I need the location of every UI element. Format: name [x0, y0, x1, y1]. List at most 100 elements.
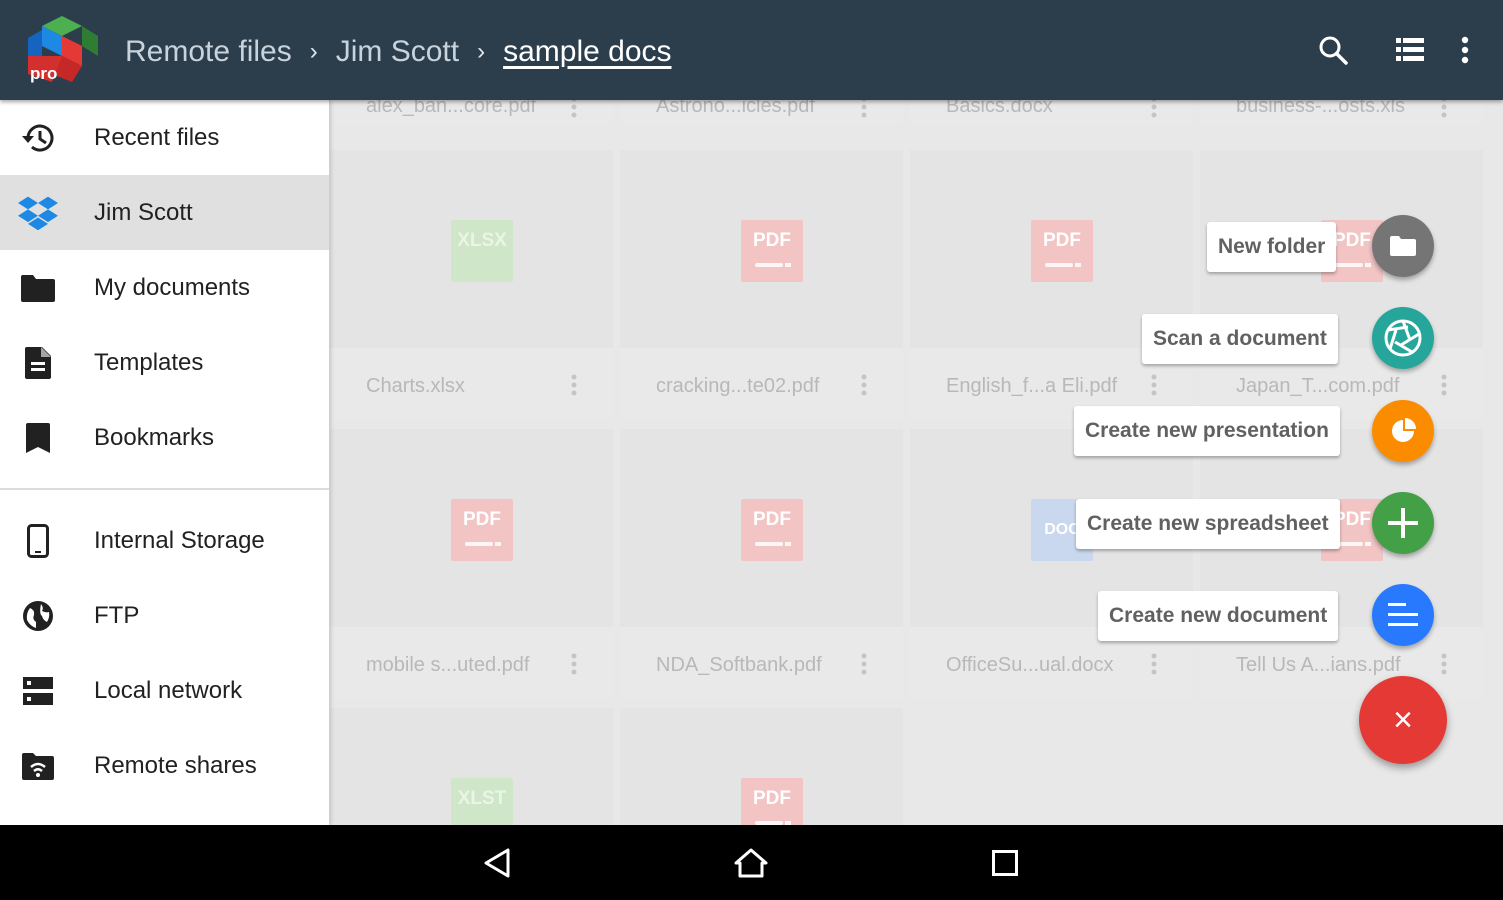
file-card[interactable]: XLST [330, 708, 613, 825]
file-card[interactable]: Basics.docx [910, 100, 1193, 125]
file-menu-icon[interactable] [571, 100, 577, 118]
folder-icon [18, 268, 58, 308]
remote-share-icon [18, 746, 58, 786]
file-menu-icon[interactable] [571, 374, 577, 396]
drawer-item-templates[interactable]: Templates [0, 325, 329, 400]
drawer-item-jim-scott[interactable]: Jim Scott [0, 175, 329, 250]
drawer-item-recent-files[interactable]: Recent files [0, 100, 329, 175]
file-menu-icon[interactable] [1151, 100, 1157, 118]
file-name: cracking...te02.pdf [656, 375, 820, 397]
pdf-file-icon: PDF [741, 499, 803, 561]
navigation-drawer: Recent files Jim Scott My documents Temp… [0, 100, 329, 825]
file-menu-icon[interactable] [861, 100, 867, 118]
drawer-item-label: My documents [94, 273, 251, 301]
more-vert-icon[interactable] [1445, 30, 1485, 70]
new-folder-button[interactable] [1372, 215, 1434, 277]
phone-icon [18, 521, 58, 561]
file-name: NDA_Softbank.pdf [656, 654, 822, 676]
create-spreadsheet-label[interactable]: Create new spreadsheet [1076, 499, 1340, 549]
file-card[interactable]: PDF [620, 708, 903, 825]
file-name: business-...osts.xls [1236, 100, 1405, 117]
file-menu-icon[interactable] [1441, 374, 1447, 396]
list-view-icon[interactable] [1390, 30, 1430, 70]
breadcrumb-remote-files[interactable]: Remote files [125, 35, 292, 69]
drawer-divider [0, 488, 329, 490]
create-presentation-label[interactable]: Create new presentation [1074, 406, 1340, 456]
document-icon [18, 343, 58, 383]
drawer-item-my-documents[interactable]: My documents [0, 250, 329, 325]
close-fab-button[interactable]: × [1359, 676, 1447, 764]
xlsx-file-icon: XLSX [451, 220, 513, 282]
file-menu-icon[interactable] [1151, 374, 1157, 396]
scan-document-label[interactable]: Scan a document [1142, 314, 1338, 364]
dropbox-icon [18, 193, 58, 233]
folder-icon [1390, 236, 1416, 256]
file-name: Charts.xlsx [366, 375, 465, 397]
create-document-button[interactable] [1372, 584, 1434, 646]
file-card[interactable]: PDF NDA_Softbank.pdf [620, 429, 903, 699]
file-menu-icon[interactable] [861, 374, 867, 396]
back-icon[interactable] [478, 843, 518, 883]
file-name: English_f...a Eli.pdf [946, 375, 1118, 397]
file-name: Astrono...icles.pdf [656, 100, 815, 117]
file-name: Basics.docx [946, 100, 1053, 117]
file-card[interactable]: PDF mobile s...uted.pdf [330, 429, 613, 699]
drawer-item-internal-storage[interactable]: Internal Storage [0, 503, 329, 578]
server-icon [18, 671, 58, 711]
new-folder-label[interactable]: New folder [1207, 222, 1337, 272]
file-card[interactable]: PDF Japan_T...com.pdf [1200, 150, 1483, 420]
drawer-item-label: Recent files [94, 123, 220, 151]
drawer-item-label: Bookmarks [94, 423, 215, 451]
create-presentation-button[interactable] [1372, 400, 1434, 462]
file-menu-icon[interactable] [861, 653, 867, 675]
logo-text: pro [30, 64, 58, 83]
bookmark-icon [18, 418, 58, 458]
breadcrumb-sample-docs[interactable]: sample docs [503, 35, 671, 69]
plus-icon [1388, 508, 1418, 538]
history-icon [18, 118, 58, 158]
breadcrumb-jim-scott[interactable]: Jim Scott [336, 35, 459, 69]
pdf-file-icon: PDF [741, 220, 803, 282]
file-menu-icon[interactable] [1441, 653, 1447, 675]
search-icon[interactable] [1313, 30, 1353, 70]
recents-icon[interactable] [985, 843, 1025, 883]
pdf-file-icon: PDF [451, 499, 513, 561]
file-menu-icon[interactable] [571, 653, 577, 675]
globe-icon [18, 596, 58, 636]
file-card[interactable]: PDF Tell Us A...ians.pdf [1200, 429, 1483, 699]
file-card[interactable]: XLSX Charts.xlsx [330, 150, 613, 420]
app-logo[interactable]: pro [26, 16, 98, 84]
drawer-item-label: Remote shares [94, 751, 257, 779]
breadcrumb-separator: › [309, 38, 318, 65]
create-spreadsheet-button[interactable] [1372, 492, 1434, 554]
camera-shutter-icon [1384, 319, 1422, 357]
home-icon[interactable] [731, 843, 771, 883]
file-name: Tell Us A...ians.pdf [1236, 654, 1401, 676]
file-menu-icon[interactable] [1151, 653, 1157, 675]
file-card[interactable]: business-...osts.xls [1200, 100, 1483, 125]
create-document-label[interactable]: Create new document [1098, 591, 1339, 641]
drawer-item-local-network[interactable]: Local network [0, 653, 329, 728]
text-lines-icon [1388, 603, 1418, 626]
file-name: Japan_T...com.pdf [1236, 375, 1400, 397]
file-card[interactable]: Astrono...icles.pdf [620, 100, 903, 125]
scan-document-button[interactable] [1372, 307, 1434, 369]
breadcrumb-separator: › [477, 38, 486, 65]
app-bar: pro Remote files › Jim Scott › sample do… [0, 0, 1503, 100]
file-card[interactable]: DOC OfficeSu...ual.docx [910, 429, 1193, 699]
pie-chart-icon [1392, 418, 1416, 442]
drawer-item-label: Jim Scott [94, 198, 193, 226]
drawer-item-label: Local network [94, 676, 243, 704]
file-card[interactable]: alex_ban...core.pdf [330, 100, 613, 125]
file-grid: alex_ban...core.pdf Astrono...icles.pdf … [330, 100, 1503, 825]
breadcrumb: Remote files › Jim Scott › sample docs [125, 30, 672, 74]
drawer-item-ftp[interactable]: FTP [0, 578, 329, 653]
file-card[interactable]: PDF cracking...te02.pdf [620, 150, 903, 420]
file-name: mobile s...uted.pdf [366, 654, 530, 676]
drawer-item-bookmarks[interactable]: Bookmarks [0, 400, 329, 475]
xlst-file-icon: XLST [451, 778, 513, 825]
drawer-item-remote-shares[interactable]: Remote shares [0, 728, 329, 803]
file-menu-icon[interactable] [1441, 100, 1447, 118]
file-card[interactable]: PDF English_f...a Eli.pdf [910, 150, 1193, 420]
file-name: alex_ban...core.pdf [366, 100, 537, 117]
